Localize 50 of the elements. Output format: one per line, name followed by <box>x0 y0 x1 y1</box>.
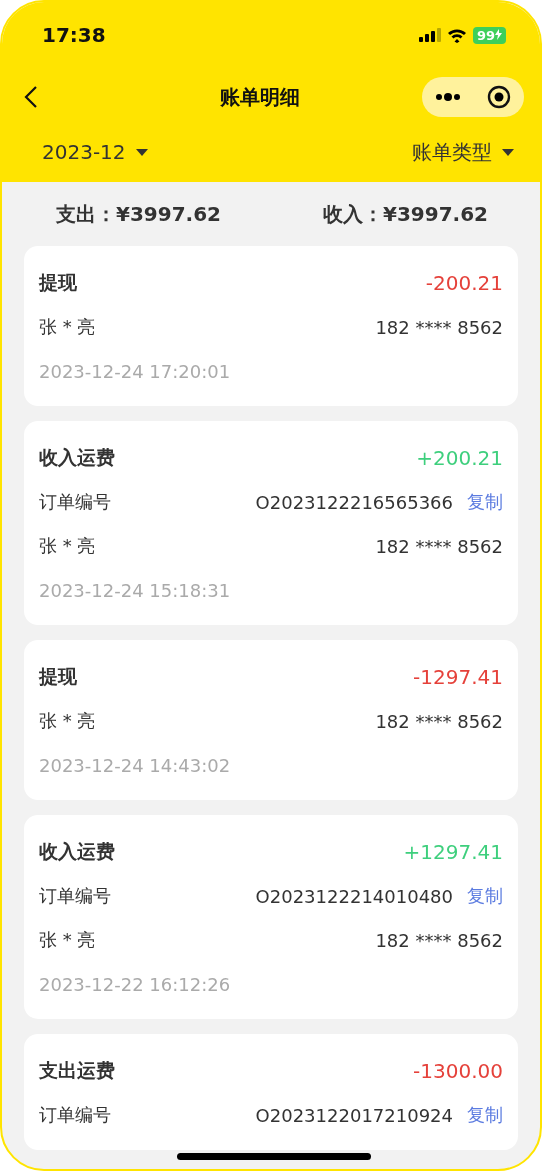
caret-icon <box>502 148 514 156</box>
order-number: O2023122214010480 <box>255 885 453 907</box>
order-label: 订单编号 <box>39 490 111 514</box>
signal-icon <box>418 28 441 42</box>
record-title: 支出运费 <box>39 1058 115 1083</box>
income-total: 收入：¥3997.62 <box>323 200 488 228</box>
status-time: 17:38 <box>42 23 106 47</box>
record-card[interactable]: 支出运费 -1300.00 订单编号 O2023122017210924 复制 <box>24 1034 518 1150</box>
record-card[interactable]: 提现 -200.21 张 * 亮 182 **** 8562 2023-12-24 17:20:01 <box>24 246 518 406</box>
order-number: O2023122216565366 <box>255 491 453 513</box>
record-time: 2023-12-24 15:18:31 <box>39 579 231 601</box>
record-time: 2023-12-22 16:12:26 <box>39 973 231 995</box>
record-title: 收入运费 <box>39 445 115 470</box>
person-name: 张 * 亮 <box>39 315 96 339</box>
person-name: 张 * 亮 <box>39 928 96 952</box>
more-icon[interactable] <box>435 93 461 101</box>
phone-number: 182 **** 8562 <box>375 316 503 338</box>
copy-link[interactable]: 复制 <box>467 884 503 908</box>
record-title: 提现 <box>39 270 77 295</box>
charging-icon <box>495 28 502 40</box>
order-label: 订单编号 <box>39 884 111 908</box>
record-card[interactable]: 收入运费 +200.21 订单编号 O2023122216565366 复制 张 * 亮 182 **** 8562 2023-12-24 15:18:31 <box>24 421 518 625</box>
record-title: 收入运费 <box>39 839 115 864</box>
copy-link[interactable]: 复制 <box>467 490 503 514</box>
page-title: 账单明细 <box>220 83 300 111</box>
wifi-icon <box>446 27 467 43</box>
record-amount: -1297.41 <box>413 665 503 689</box>
order-label: 订单编号 <box>39 1103 111 1127</box>
record-card[interactable]: 收入运费 +1297.41 订单编号 O2023122214010480 复制 张 * 亮 182 **** 8562 2023-12-22 16:12:26 <box>24 815 518 1019</box>
type-filter[interactable]: 账单类型 <box>412 138 514 166</box>
copy-link[interactable]: 复制 <box>467 1103 503 1127</box>
person-name: 张 * 亮 <box>39 534 96 558</box>
record-amount: +1297.41 <box>403 840 503 864</box>
record-time: 2023-12-24 17:20:01 <box>39 360 231 382</box>
record-time: 2023-12-24 14:43:02 <box>39 754 231 776</box>
month-filter[interactable]: 2023-12 <box>42 140 148 164</box>
expense-total: 支出：¥3997.62 <box>56 200 221 228</box>
phone-number: 182 **** 8562 <box>375 535 503 557</box>
phone-number: 182 **** 8562 <box>375 929 503 951</box>
back-icon[interactable] <box>24 85 38 109</box>
record-title: 提现 <box>39 664 77 689</box>
record-card[interactable]: 提现 -1297.41 张 * 亮 182 **** 8562 2023-12-24 14:43:02 <box>24 640 518 800</box>
record-amount: -200.21 <box>425 271 503 295</box>
order-number: O2023122017210924 <box>255 1104 453 1126</box>
phone-number: 182 **** 8562 <box>375 710 503 732</box>
record-amount: +200.21 <box>416 446 503 470</box>
battery-level: 99 <box>472 26 506 44</box>
record-amount: -1300.00 <box>413 1059 503 1083</box>
caret-icon <box>135 148 148 156</box>
person-name: 张 * 亮 <box>39 709 96 733</box>
